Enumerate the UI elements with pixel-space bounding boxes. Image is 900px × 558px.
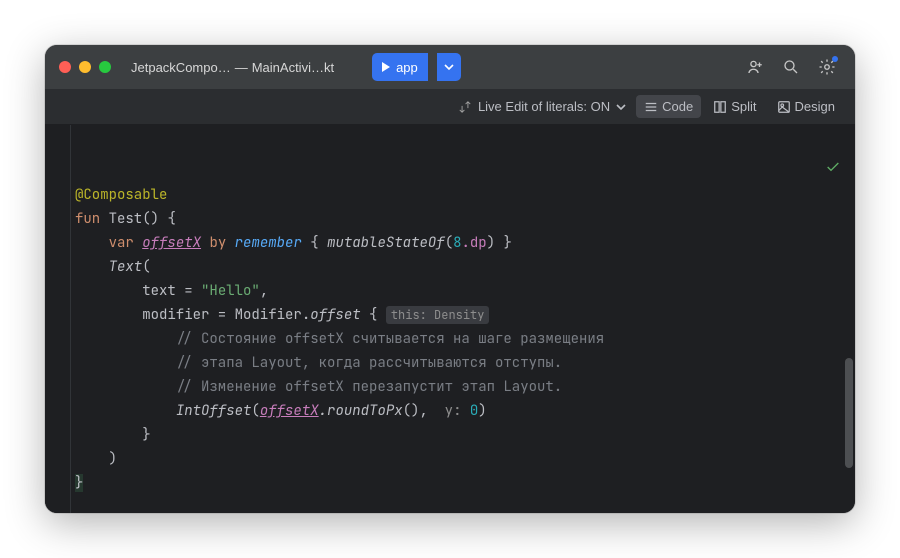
caret-line: } xyxy=(75,474,83,492)
code-comment: // Изменение offsetX перезапустит этап L… xyxy=(176,378,562,396)
code-annotation: @Composable xyxy=(75,186,167,204)
code-keyword: by xyxy=(209,234,226,252)
code-call: remember xyxy=(235,234,302,252)
code-keyword: var xyxy=(109,234,134,252)
code-keyword: fun xyxy=(75,210,100,228)
code-editor[interactable]: @Composable fun Test() { var offsetX by … xyxy=(71,125,855,513)
code-param-name: modifier xyxy=(142,306,209,324)
view-tab-code-label: Code xyxy=(662,99,693,114)
file-name: MainActivi…kt xyxy=(252,60,334,75)
inlay-hint: y: xyxy=(445,402,462,420)
code-class: Modifier xyxy=(235,306,302,324)
vertical-scrollbar[interactable] xyxy=(845,358,853,468)
code-comma: , xyxy=(419,402,427,420)
code-call: Text xyxy=(109,258,143,276)
view-tab-design[interactable]: Design xyxy=(769,95,843,118)
code-paren: ( xyxy=(445,234,453,252)
titlebar: JetpackCompo… — MainActivi…kt app xyxy=(45,45,855,89)
maximize-window-button[interactable] xyxy=(99,61,111,73)
code-brace: { xyxy=(369,306,377,324)
code-brace: { xyxy=(167,210,175,228)
code-variable: offsetX xyxy=(260,402,319,420)
code-comment: // этапа Layout, когда рассчитываются от… xyxy=(176,354,562,372)
code-brace: } xyxy=(142,426,150,444)
editor-toolbar: Live Edit of literals: ON Code Split Des… xyxy=(45,89,855,125)
code-call: .roundToPx xyxy=(319,402,403,420)
ide-window: JetpackCompo… — MainActivi…kt app xyxy=(45,45,855,513)
code-prop: .dp xyxy=(462,234,487,252)
inspection-ok-icon[interactable] xyxy=(758,135,841,207)
code-paren: ) xyxy=(109,450,117,468)
live-edit-toggle[interactable]: Live Edit of literals: ON xyxy=(452,99,632,114)
code-paren: ( xyxy=(251,402,259,420)
notification-badge xyxy=(832,56,838,62)
window-title[interactable]: JetpackCompo… — MainActivi…kt xyxy=(131,60,342,75)
code-number: 8 xyxy=(453,234,461,252)
code-paren: ( xyxy=(142,258,150,276)
code-brace: { xyxy=(310,234,318,252)
code-call: mutableStateOf xyxy=(327,234,445,252)
code-with-me-button[interactable] xyxy=(741,53,769,81)
view-tab-split-label: Split xyxy=(731,99,756,114)
code-brace: } xyxy=(75,474,83,492)
code-call: offset xyxy=(310,306,360,324)
run-button[interactable]: app xyxy=(372,53,428,81)
project-name: JetpackCompo… xyxy=(131,60,231,75)
code-variable: offsetX xyxy=(142,234,201,252)
code-eq: = xyxy=(176,282,201,300)
run-config-dropdown[interactable] xyxy=(437,53,461,81)
view-tab-split[interactable]: Split xyxy=(705,95,764,118)
search-button[interactable] xyxy=(777,53,805,81)
code-dot: . xyxy=(302,306,310,324)
live-edit-label: Live Edit of literals: ON xyxy=(478,99,610,114)
gutter[interactable] xyxy=(45,125,71,513)
code-param-name: text xyxy=(142,282,176,300)
code-paren: ) xyxy=(478,402,486,420)
code-comma: , xyxy=(260,282,268,300)
view-tab-design-label: Design xyxy=(795,99,835,114)
play-icon xyxy=(382,62,390,72)
code-parens: () xyxy=(142,210,159,228)
settings-button[interactable] xyxy=(813,53,841,81)
code-function-name: Test xyxy=(109,210,143,228)
code-string: "Hello" xyxy=(201,282,260,300)
code-call: IntOffset xyxy=(176,402,252,420)
inlay-hint: this: Density xyxy=(386,306,490,324)
code-comment: // Состояние offsetX считывается на шаге… xyxy=(176,330,604,348)
title-separator: — xyxy=(235,60,248,75)
code-brace: } xyxy=(504,234,512,252)
code-eq: = xyxy=(209,306,234,324)
window-controls xyxy=(59,61,111,73)
run-config-label: app xyxy=(396,60,418,75)
code-parens: () xyxy=(403,402,420,420)
minimize-window-button[interactable] xyxy=(79,61,91,73)
close-window-button[interactable] xyxy=(59,61,71,73)
editor-area[interactable]: @Composable fun Test() { var offsetX by … xyxy=(45,125,855,513)
view-tab-code[interactable]: Code xyxy=(636,95,701,118)
code-paren: ) xyxy=(487,234,495,252)
